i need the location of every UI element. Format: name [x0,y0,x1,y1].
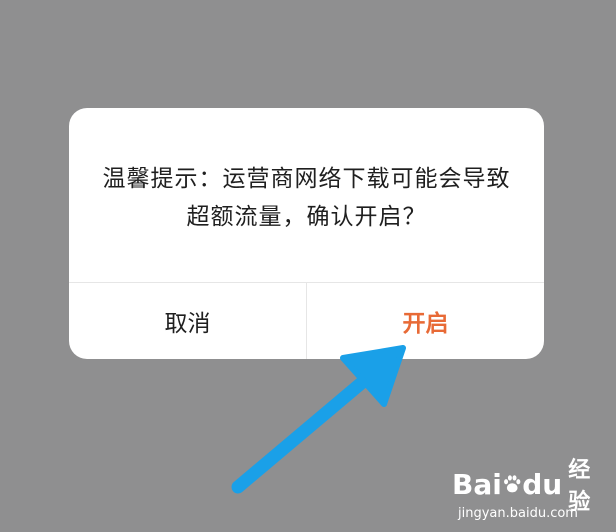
confirm-enable-button[interactable]: 开启 [307,283,544,359]
dialog-message-line-2: 超额流量，确认开启？ [186,204,427,230]
dialog-message: 温馨提示：运营商网络下载可能会导致 超额流量，确认开启？ [93,160,520,236]
baidu-jingyan-watermark: Bai du 经验 jingyan.baidu.com [452,458,602,526]
baidu-logo-bai: Bai [452,467,502,501]
paw-icon [503,475,521,493]
baidu-logo: Bai du 经验 [452,458,602,515]
baidu-logo-du: du [522,467,563,501]
cancel-button[interactable]: 取消 [69,283,306,359]
alert-dialog: 温馨提示：运营商网络下载可能会导致 超额流量，确认开启？ 取消 开启 [69,108,544,359]
dialog-message-line-1: 温馨提示：运营商网络下载可能会导致 [102,166,511,192]
watermark-url: jingyan.baidu.com [458,506,578,521]
